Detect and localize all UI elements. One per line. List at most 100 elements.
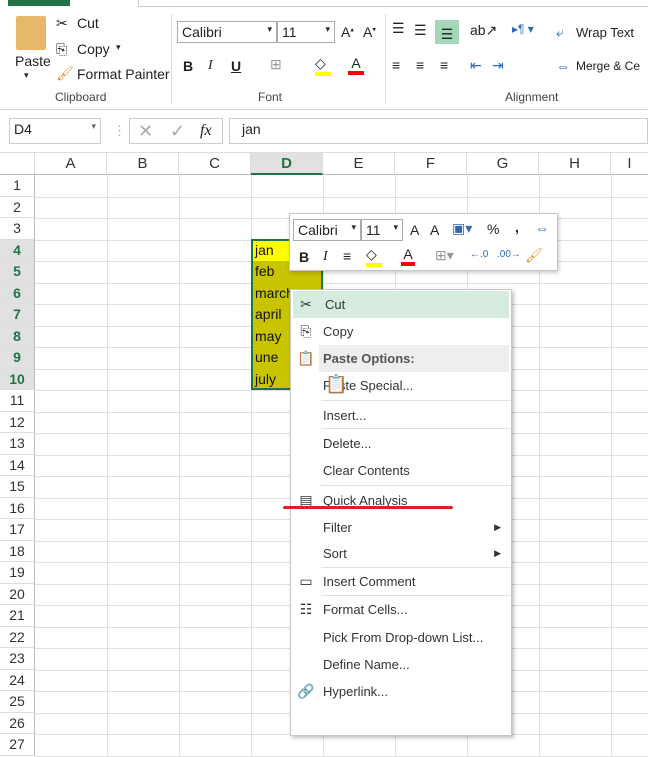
increase-font-size-icon[interactable]: A▴	[341, 24, 354, 40]
copy-dropdown-icon[interactable]: ▾	[116, 42, 121, 53]
orientation-icon[interactable]: ab↗	[470, 22, 497, 39]
menu-item-hyperlink[interactable]: 🔗 Hyperlink...	[291, 678, 511, 705]
row-header-3[interactable]: 3	[0, 218, 35, 240]
row-header-20[interactable]: 20	[0, 583, 35, 605]
paste-option-icon[interactable]: 📋	[325, 374, 347, 395]
menu-item-format-cells[interactable]: ☷ Format Cells...	[291, 596, 511, 623]
font-name-select[interactable]: Calibri ▾	[177, 21, 277, 43]
row-header-21[interactable]: 21	[0, 605, 35, 627]
row-header-17[interactable]: 17	[0, 519, 35, 541]
row-header-15[interactable]: 15	[0, 476, 35, 498]
enter-icon[interactable]: ✓	[170, 121, 185, 142]
mini-borders-icon[interactable]: ⊞▾	[435, 247, 454, 264]
mini-bold-button[interactable]: B	[299, 249, 309, 265]
mini-format-painter-icon[interactable]: 🖌	[525, 247, 543, 264]
mini-italic-button[interactable]: I	[323, 249, 328, 265]
wrap-text-button[interactable]: Wrap Text	[576, 25, 634, 40]
decrease-font-size-icon[interactable]: A▾	[363, 24, 376, 40]
bold-button[interactable]: B	[183, 58, 193, 74]
mini-decrease-font-icon[interactable]: A	[430, 222, 439, 238]
menu-item-define-name[interactable]: Define Name...	[291, 651, 511, 678]
row-header-16[interactable]: 16	[0, 497, 35, 519]
row-header-9[interactable]: 9	[0, 347, 35, 369]
column-header-G[interactable]: G	[467, 153, 539, 175]
row-header-14[interactable]: 14	[0, 454, 35, 476]
accounting-format-icon[interactable]: ▣▾	[452, 220, 472, 237]
column-header-B[interactable]: B	[107, 153, 179, 175]
increase-decimal-icon[interactable]: ←.0	[470, 249, 488, 260]
row-header-23[interactable]: 23	[0, 648, 35, 670]
row-header-6[interactable]: 6	[0, 282, 35, 304]
borders-icon[interactable]: ⊞	[270, 56, 282, 73]
align-right-icon[interactable]: ≡	[440, 57, 448, 73]
column-header-H[interactable]: H	[539, 153, 611, 175]
menu-item-delete[interactable]: Delete...	[291, 430, 511, 457]
cut-button[interactable]: Cut	[77, 15, 99, 31]
select-all-button[interactable]	[0, 153, 35, 175]
row-header-2[interactable]: 2	[0, 196, 35, 218]
row-header-10[interactable]: 10	[0, 368, 35, 390]
insert-function-button[interactable]: fx	[200, 122, 212, 140]
format-painter-button[interactable]: Format Painter	[77, 66, 170, 82]
decrease-indent-icon[interactable]: ⇤	[470, 57, 482, 74]
mini-size-select[interactable]: 11 ▾	[361, 219, 403, 241]
middle-align-icon[interactable]: ☰	[414, 22, 427, 39]
column-header-C[interactable]: C	[179, 153, 251, 175]
row-header-5[interactable]: 5	[0, 261, 35, 283]
cancel-icon[interactable]: ✕	[138, 121, 153, 142]
mini-fill-color-icon[interactable]: ◇	[366, 246, 382, 267]
menu-item-paste-special[interactable]: Paste Special...	[291, 372, 511, 399]
row-header-4[interactable]: 4	[0, 239, 35, 261]
formula-input[interactable]: jan	[229, 118, 648, 144]
file-tab[interactable]	[8, 0, 70, 6]
decrease-decimal-icon[interactable]: .00→	[497, 249, 521, 260]
row-header-27[interactable]: 27	[0, 734, 35, 756]
row-header-7[interactable]: 7	[0, 304, 35, 326]
row-header-12[interactable]: 12	[0, 411, 35, 433]
menu-item-quick-analysis[interactable]: ▤ Quick Analysis	[291, 487, 511, 514]
text-direction-icon[interactable]: ▸¶ ▾	[512, 22, 534, 36]
mini-center-icon[interactable]: ≡	[343, 248, 351, 264]
row-header-11[interactable]: 11	[0, 390, 35, 412]
mini-font-color-icon[interactable]: A	[401, 246, 415, 266]
align-left-icon[interactable]: ≡	[392, 57, 400, 73]
comma-button[interactable]: ,	[515, 219, 519, 235]
row-header-26[interactable]: 26	[0, 712, 35, 734]
row-header-25[interactable]: 25	[0, 691, 35, 713]
underline-button[interactable]: U	[231, 58, 241, 74]
bottom-align-icon[interactable]: ☰	[435, 20, 459, 44]
align-center-icon[interactable]: ≡	[416, 57, 424, 73]
paste-icon[interactable]	[16, 16, 46, 50]
name-box[interactable]: D4 ▾	[9, 118, 101, 144]
row-header-19[interactable]: 19	[0, 562, 35, 584]
column-header-D[interactable]: D	[251, 153, 323, 175]
column-header-I[interactable]: I	[611, 153, 648, 175]
font-color-icon[interactable]: A	[348, 55, 364, 75]
paste-button[interactable]: Paste	[15, 53, 51, 69]
row-header-1[interactable]: 1	[0, 175, 35, 197]
increase-indent-icon[interactable]: ⇥	[492, 57, 504, 74]
menu-item-sort[interactable]: Sort ▶	[291, 540, 511, 567]
menu-item-filter[interactable]: Filter ▶	[291, 514, 511, 541]
row-header-18[interactable]: 18	[0, 540, 35, 562]
column-header-E[interactable]: E	[323, 153, 395, 175]
row-header-22[interactable]: 22	[0, 626, 35, 648]
italic-button[interactable]: I	[208, 58, 213, 74]
top-align-icon[interactable]: ☰	[392, 20, 405, 37]
merge-center-button[interactable]: Merge & Ce	[576, 59, 640, 73]
menu-item-copy[interactable]: ⎘ Copy	[291, 318, 511, 345]
copy-button[interactable]: Copy	[77, 41, 110, 57]
mini-increase-font-icon[interactable]: A	[410, 222, 419, 238]
font-size-select[interactable]: 11 ▾	[277, 21, 335, 43]
row-header-13[interactable]: 13	[0, 433, 35, 455]
row-header-24[interactable]: 24	[0, 669, 35, 691]
mini-font-select[interactable]: Calibri ▾	[293, 219, 361, 241]
menu-item-cut[interactable]: ✂ Cut	[293, 291, 509, 318]
menu-item-insert[interactable]: Insert...	[291, 402, 511, 429]
autofit-icon[interactable]: ⇔	[535, 220, 549, 236]
menu-item-pick-from-drop-down-list[interactable]: Pick From Drop-down List...	[291, 624, 511, 651]
column-header-A[interactable]: A	[35, 153, 107, 175]
column-header-F[interactable]: F	[395, 153, 467, 175]
row-header-8[interactable]: 8	[0, 325, 35, 347]
paste-dropdown-icon[interactable]: ▾	[24, 70, 29, 81]
